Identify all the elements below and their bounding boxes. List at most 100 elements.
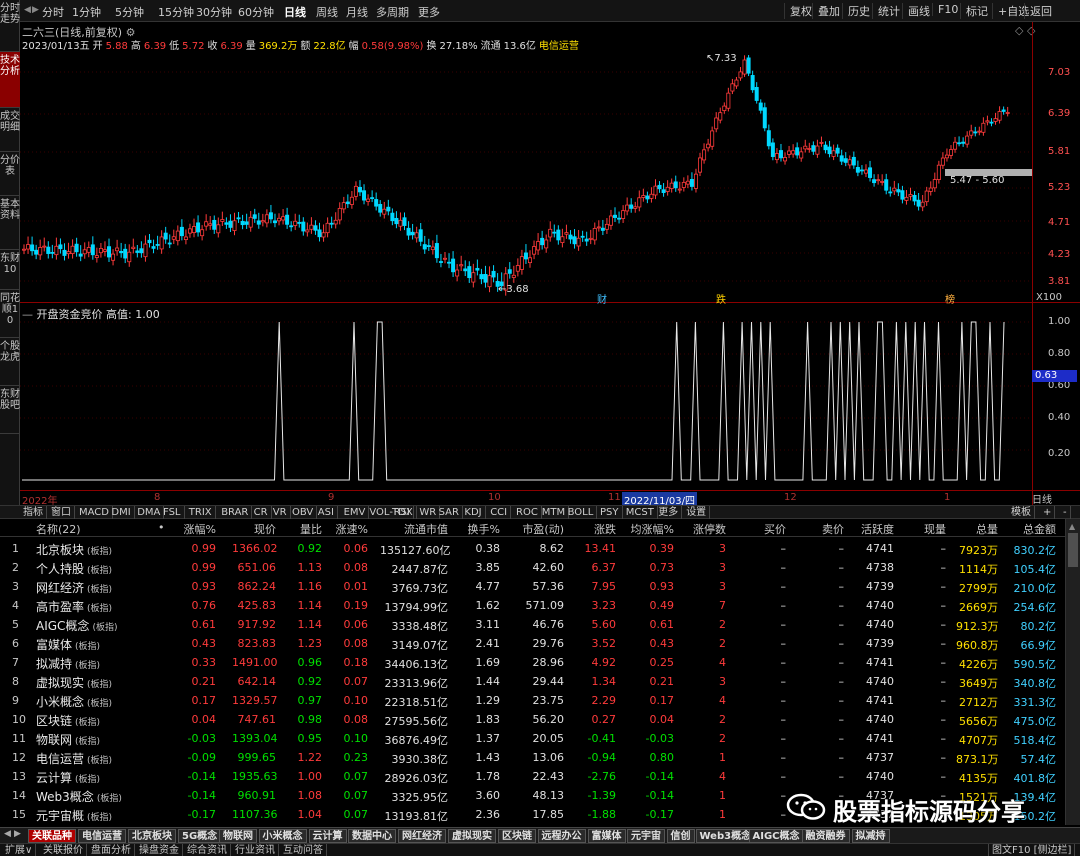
table-row[interactable]: 2 个人持股 (板指) 0.99 651.06 1.13 0.08 2447.87亿 3.85 4… <box>0 558 1065 577</box>
row-name[interactable]: 云计算 (板指) <box>36 769 100 786</box>
status-item-0[interactable]: 扩展∨ <box>2 844 37 856</box>
sector-tab-2[interactable]: 北京板块 <box>128 829 176 843</box>
scroll-thumb[interactable] <box>1068 533 1078 567</box>
period-btn-6[interactable]: 日线 <box>284 4 306 20</box>
indicator-tab-14[interactable]: RSI <box>391 506 414 519</box>
indicator-tab-19[interactable]: ROC <box>513 506 542 519</box>
row-name[interactable]: Web3概念 (板指) <box>36 788 122 805</box>
sector-tab-6[interactable]: 云计算 <box>308 829 347 843</box>
candlestick-chart[interactable] <box>20 48 1032 300</box>
table-row[interactable]: 8 虚拟现实 (板指) 0.21 642.14 0.92 0.07 23313.96亿 1.44… <box>0 672 1065 691</box>
sector-tab-4[interactable]: 物联网 <box>219 829 257 843</box>
row-name[interactable]: 高市盈率 (板指) <box>36 598 112 615</box>
sector-tab-8[interactable]: 网红经济 <box>398 829 446 843</box>
sector-tab-17[interactable]: 融资融券 <box>801 829 850 843</box>
table-row[interactable]: 9 小米概念 (板指) 0.17 1329.57 0.97 0.10 22318.51亿 1.2… <box>0 691 1065 710</box>
period-btn-10[interactable]: 更多 <box>418 4 440 20</box>
left-tab-8[interactable]: 东财股吧 <box>0 386 20 434</box>
indicator-tab-8[interactable]: CR <box>251 506 272 519</box>
period-btn-8[interactable]: 月线 <box>346 4 368 20</box>
sector-tab-12[interactable]: 富媒体 <box>587 829 626 843</box>
indicator-tab-5[interactable]: FSL <box>160 506 185 519</box>
table-row[interactable]: 11 物联网 (板指) -0.03 1393.04 0.95 0.10 36876.49亿 1.… <box>0 729 1065 748</box>
row-name[interactable]: 虚拟现实 (板指) <box>36 674 112 691</box>
sector-tab-5[interactable]: 小米概念 <box>258 829 307 843</box>
table-row[interactable]: 6 富媒体 (板指) 0.43 823.83 1.23 0.08 3149.07亿 2.41 29… <box>0 634 1065 653</box>
header-4[interactable]: 量比 <box>290 521 322 537</box>
sector-tab-16[interactable]: AIGC概念 <box>748 829 804 843</box>
left-tab-3[interactable]: 分价表 <box>0 152 20 196</box>
indicator-tab-1[interactable]: 窗口 <box>48 506 75 519</box>
row-name[interactable]: 电信运营 (板指) <box>36 750 112 767</box>
header-10[interactable]: 均涨幅% <box>624 521 674 537</box>
row-name[interactable]: 元宇宙概 (板指) <box>36 807 112 824</box>
sector-tab-3[interactable]: 5G概念 <box>178 829 222 843</box>
header-2[interactable]: 涨幅% <box>180 521 216 537</box>
status-item-1[interactable]: 关联报价 <box>40 844 87 856</box>
indicator-tab-25[interactable]: 设置 <box>683 506 711 519</box>
header-11[interactable]: 涨停数 <box>686 521 726 537</box>
period-btn-3[interactable]: 15分钟 <box>158 4 194 20</box>
indicator-tab-22[interactable]: PSY <box>597 506 623 519</box>
period-btn-7[interactable]: 周线 <box>316 4 338 20</box>
sector-tab-1[interactable]: 电信运营 <box>78 829 126 843</box>
table-row[interactable]: 1 北京板块 (板指) 0.99 1366.02 0.92 0.06 135127.60亿 0.… <box>0 539 1065 558</box>
top-btn-4[interactable]: 画线 <box>902 3 935 19</box>
top-btn-2[interactable]: 历史 <box>842 3 875 19</box>
tab-next-icon[interactable]: ▶ <box>14 829 21 839</box>
scroll-up-icon[interactable]: ▲ <box>1069 522 1075 531</box>
row-name[interactable]: 北京板块 (板指) <box>36 541 112 558</box>
next-arrow-icon[interactable]: ▶ <box>32 5 39 15</box>
period-btn-1[interactable]: 1分钟 <box>72 4 101 20</box>
table-row[interactable]: 4 高市盈率 (板指) 0.76 425.83 1.14 0.19 13794.99亿 1.62… <box>0 596 1065 615</box>
tab-prev-icon[interactable]: ◀ <box>4 829 11 839</box>
top-btn-1[interactable]: 叠加 <box>812 3 845 19</box>
left-tab-1[interactable]: 技术分析 <box>0 52 20 108</box>
left-tab-6[interactable]: 同花顺10 <box>0 290 20 338</box>
sector-tab-9[interactable]: 虚拟现实 <box>448 829 496 843</box>
sector-tab-11[interactable]: 远程办公 <box>537 829 586 843</box>
top-btn-5[interactable]: F10 <box>932 3 963 16</box>
event-marker-finance[interactable]: 财 <box>597 291 607 306</box>
indicator-tab-18[interactable]: CCI <box>487 506 512 519</box>
sector-tab-10[interactable]: 区块链 <box>498 829 536 843</box>
indicator-tab-12[interactable]: EMV <box>341 506 370 519</box>
row-name[interactable]: 区块链 (板指) <box>36 712 100 729</box>
status-item-5[interactable]: 行业资讯 <box>232 844 279 856</box>
status-item-6[interactable]: 互动问答 <box>280 844 327 856</box>
event-marker-drop[interactable]: 跌 <box>716 291 726 306</box>
header-16[interactable]: 总量 <box>956 521 998 537</box>
table-row[interactable]: 10 区块链 (板指) 0.04 747.61 0.98 0.08 27595.56亿 1.83… <box>0 710 1065 729</box>
sector-tab-0[interactable]: 关联品种 <box>28 829 76 843</box>
table-row[interactable]: 3 网红经济 (板指) 0.93 862.24 1.16 0.01 3769.73亿 4.77 5… <box>0 577 1065 596</box>
top-btn-3[interactable]: 统计 <box>872 3 905 19</box>
table-row[interactable]: 12 电信运营 (板指) -0.09 999.65 1.22 0.23 3930.38亿 1.4… <box>0 748 1065 767</box>
left-tab-2[interactable]: 成交明细 <box>0 108 20 152</box>
row-name[interactable]: 富媒体 (板指) <box>36 636 100 653</box>
status-f10-sidebar[interactable]: 图文F10 [侧边栏] <box>988 844 1076 856</box>
sector-tab-14[interactable]: 信创 <box>666 829 695 843</box>
indicator-tab-0[interactable]: 指标 <box>20 506 47 519</box>
sector-tab-7[interactable]: 数据中心 <box>348 829 396 843</box>
row-name[interactable]: 小米概念 (板指) <box>36 693 112 710</box>
header-1[interactable]: • <box>158 521 165 534</box>
indicator-chart[interactable] <box>20 318 1032 490</box>
indicator-tab-16[interactable]: SAR <box>436 506 463 519</box>
table-row[interactable]: 5 AIGC概念 (板指) 0.61 917.92 1.14 0.06 3338.48亿 3.1… <box>0 615 1065 634</box>
top-btn-8[interactable]: 返回 <box>1024 3 1057 19</box>
indicator-tab-17[interactable]: KDJ <box>461 506 486 519</box>
table-scrollbar[interactable]: ▲ <box>1065 519 1080 825</box>
indicator-tab-10[interactable]: OBV <box>289 506 318 519</box>
left-tab-4[interactable]: 基本资料 <box>0 196 20 250</box>
period-btn-9[interactable]: 多周期 <box>376 4 409 20</box>
header-6[interactable]: 流通市值 <box>380 521 448 537</box>
prev-arrow-icon[interactable]: ◀ <box>24 5 31 15</box>
period-btn-4[interactable]: 30分钟 <box>196 4 232 20</box>
top-btn-6[interactable]: 标记 <box>960 3 993 19</box>
indicator-right-btn-0[interactable]: 模板 <box>1008 506 1035 519</box>
left-tab-5[interactable]: 东财10 <box>0 250 20 290</box>
sector-tab-15[interactable]: Web3概念 <box>695 829 756 843</box>
header-5[interactable]: 涨速% <box>332 521 368 537</box>
indicator-tab-6[interactable]: TRIX <box>186 506 216 519</box>
header-13[interactable]: 卖价 <box>808 521 844 537</box>
